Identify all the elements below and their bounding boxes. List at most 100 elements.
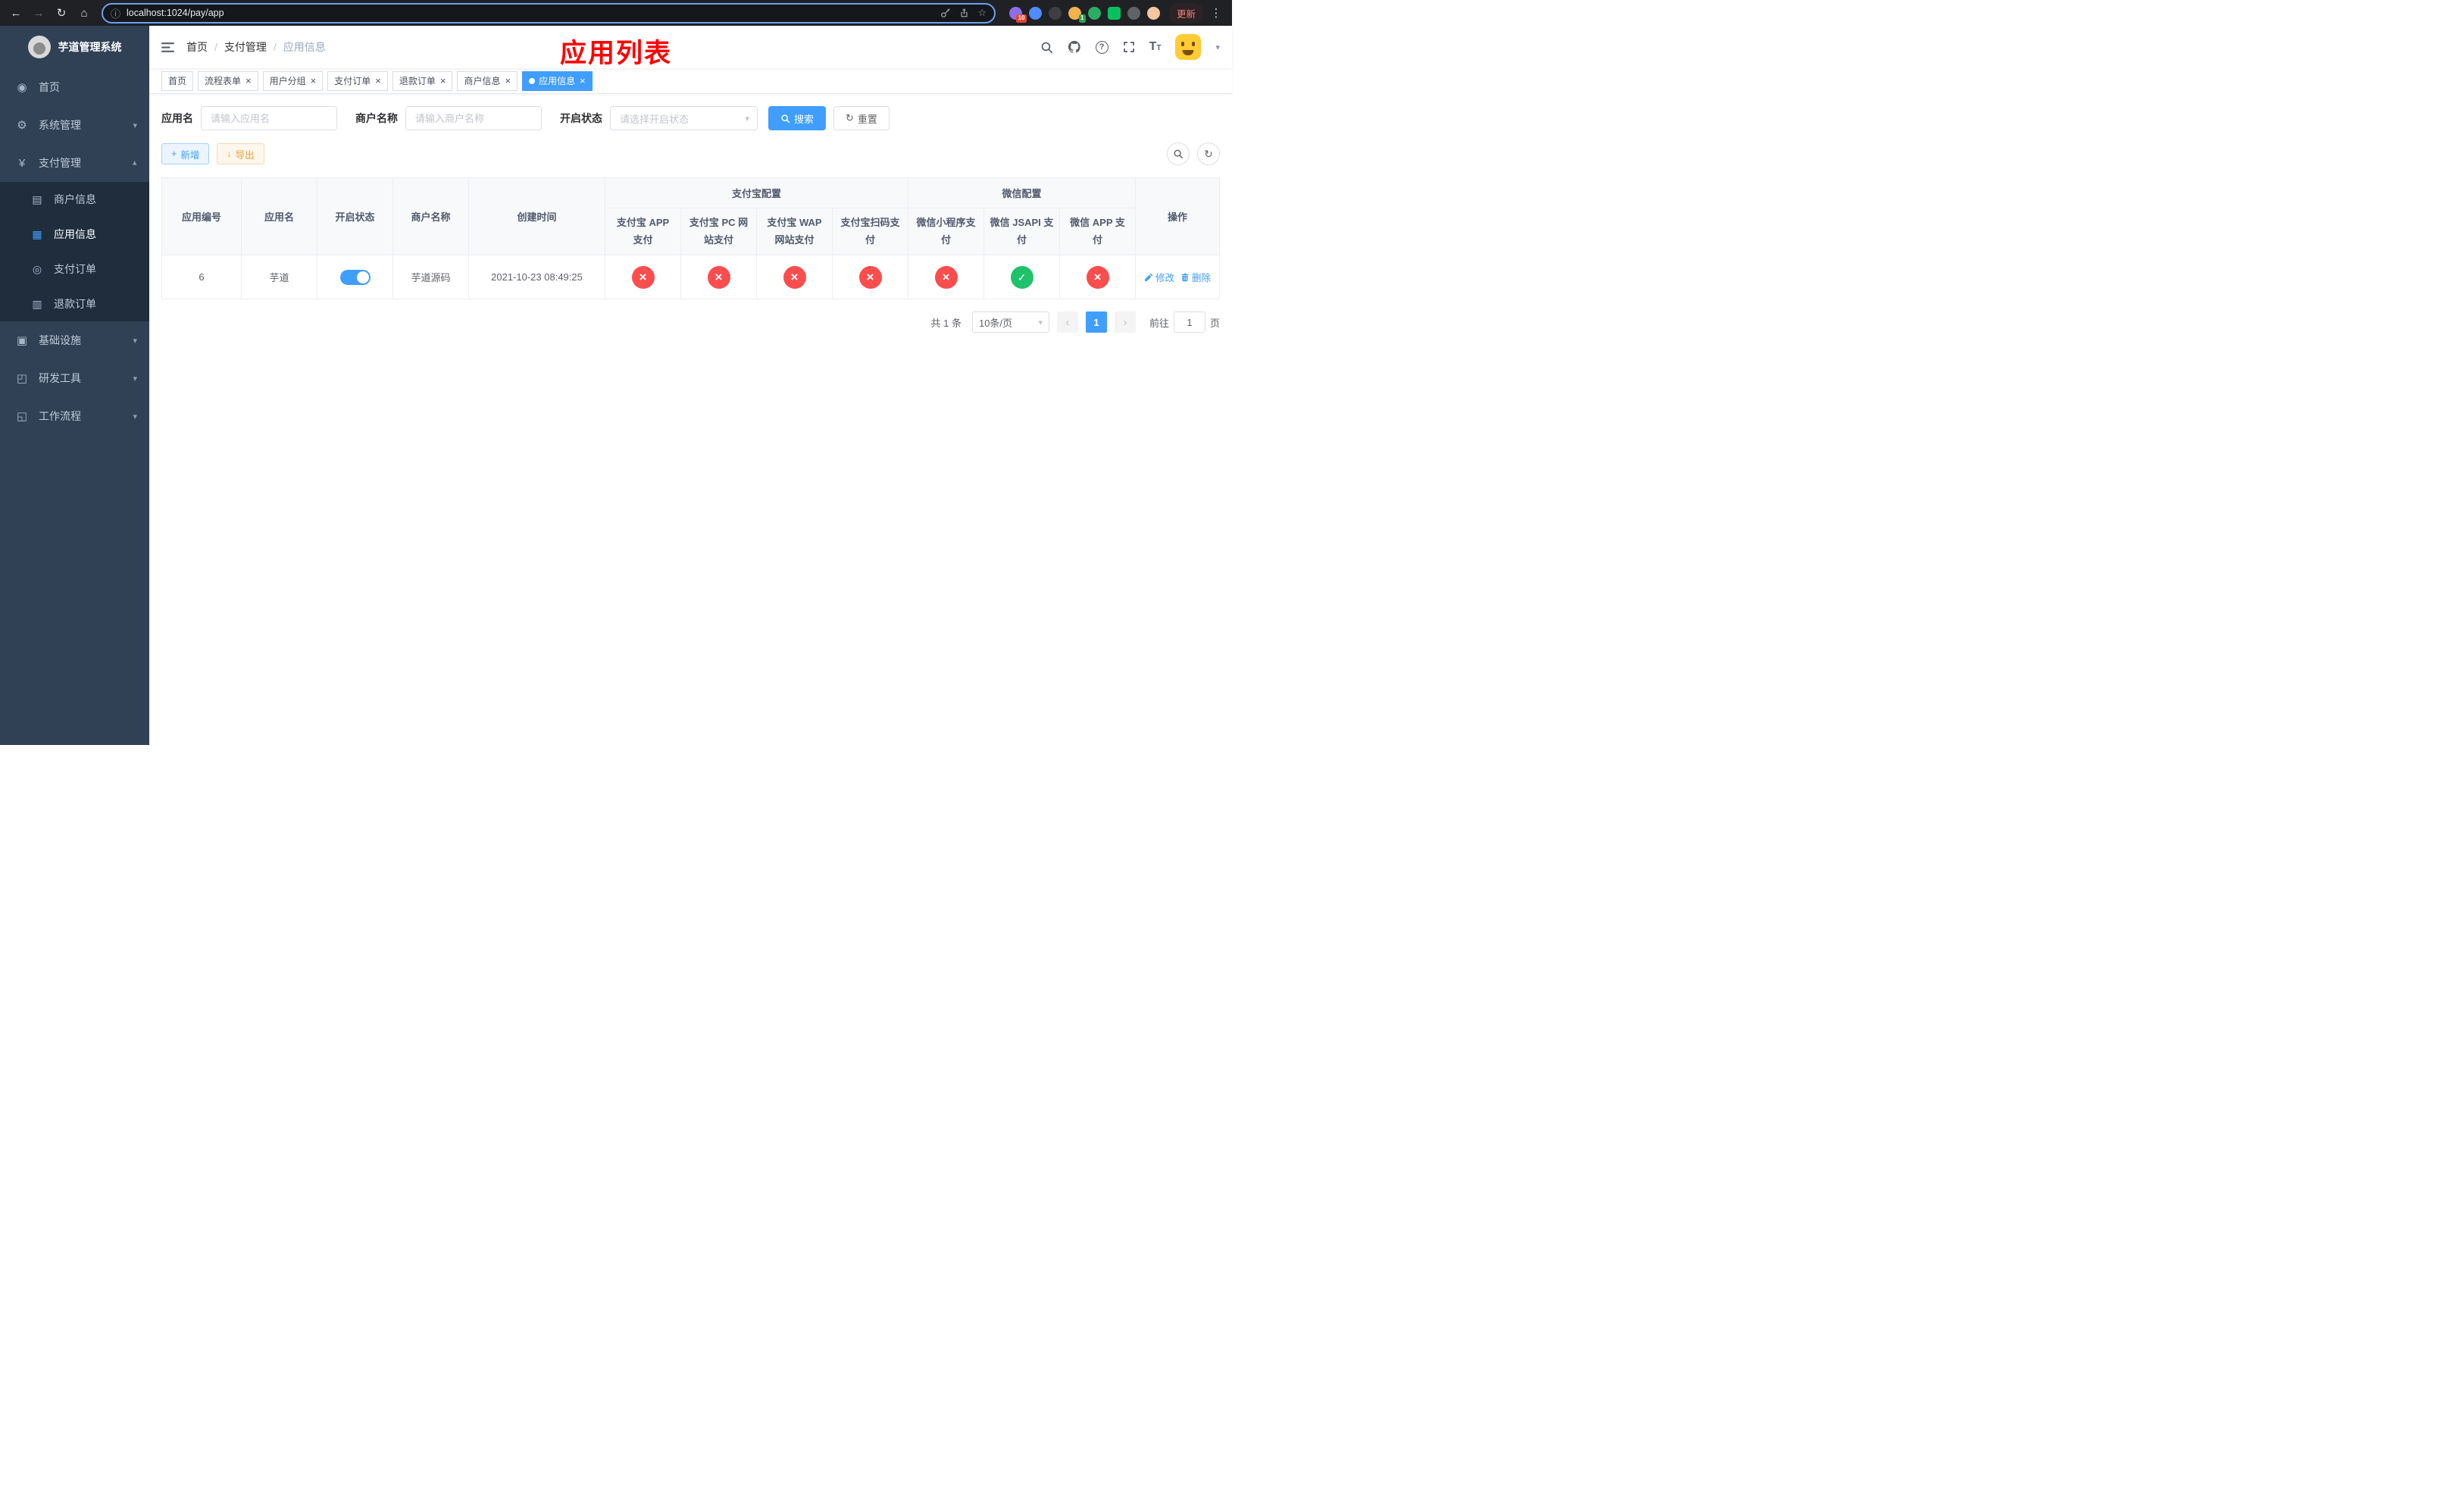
page-1-button[interactable]: 1 xyxy=(1085,311,1107,333)
channel-disabled-cross-icon: × xyxy=(934,265,958,289)
reset-button[interactable]: ↻ 重置 xyxy=(833,106,890,130)
status-select[interactable]: 请选择开启状态 ▾ xyxy=(610,106,758,130)
tab-4[interactable]: 支付订单 × xyxy=(327,70,388,91)
goto-page-input[interactable] xyxy=(1173,311,1205,333)
edit-link[interactable]: 修改 xyxy=(1144,270,1174,284)
sidebar-subitem-4[interactable]: ▥ 退款订单 xyxy=(0,286,149,321)
extension-avatar-icon[interactable]: 1 xyxy=(1068,6,1086,23)
extension-gray-circle-icon[interactable] xyxy=(1127,6,1140,20)
header-search-icon[interactable] xyxy=(1040,41,1053,54)
browser-home-icon[interactable]: ⌂ xyxy=(74,3,94,23)
sidebar-collapse-icon[interactable] xyxy=(161,41,174,54)
export-button[interactable]: ↓ 导出 xyxy=(217,143,264,164)
site-info-icon[interactable]: ⓘ xyxy=(111,6,120,20)
breadcrumb-separator: / xyxy=(214,41,217,53)
browser-menu-kebab-icon[interactable]: ⋮ xyxy=(1206,3,1226,23)
extension-badge: 1 xyxy=(1078,14,1086,23)
browser-reload-icon[interactable]: ↻ xyxy=(52,3,71,23)
prev-page-button[interactable]: ‹ xyxy=(1056,311,1078,333)
password-key-icon[interactable] xyxy=(940,8,951,18)
toggle-search-button[interactable] xyxy=(1167,142,1190,165)
sidebar-subitem-label: 支付订单 xyxy=(54,263,96,275)
sidebar-subitem-3[interactable]: ◎ 支付订单 xyxy=(0,252,149,286)
merchant-name-input[interactable] xyxy=(405,106,542,130)
tab-close-icon[interactable]: × xyxy=(245,76,252,86)
sidebar-item-4[interactable]: ▣ 基础设施 ▾ xyxy=(0,321,149,359)
status-toggle[interactable] xyxy=(339,269,371,285)
download-icon: ↓ xyxy=(227,149,232,159)
chevron-down-icon: ▾ xyxy=(133,374,137,383)
browser-forward-icon[interactable]: → xyxy=(29,3,48,23)
bookmark-star-icon[interactable]: ☆ xyxy=(977,7,987,19)
tab-label: 流程表单 xyxy=(205,76,242,86)
app-logo[interactable]: 芋道管理系统 xyxy=(0,26,149,68)
breadcrumb-item[interactable]: 支付管理 xyxy=(224,39,267,55)
extension-badge: 10 xyxy=(1016,14,1027,23)
plus-icon: + xyxy=(171,149,177,159)
sidebar-subitem-label: 商户信息 xyxy=(54,193,96,205)
page-size-select[interactable]: 10条/页 ▾ xyxy=(971,311,1049,333)
tab-6[interactable]: 商户信息 × xyxy=(457,70,518,91)
browser-update-button[interactable]: 更新 xyxy=(1168,2,1203,23)
tab-close-icon[interactable]: × xyxy=(505,76,511,86)
font-size-icon[interactable]: TT xyxy=(1149,41,1162,53)
user-avatar[interactable] xyxy=(1175,34,1202,60)
url-text[interactable]: localhost:1024/pay/app xyxy=(127,8,934,18)
tab-5[interactable]: 退款订单 × xyxy=(392,70,453,91)
column-header: 应用编号 xyxy=(161,177,242,255)
goto-suffix: 页 xyxy=(1209,317,1220,329)
sub-column-header: 支付宝 APP 支付 xyxy=(605,208,681,255)
address-bar[interactable]: ⓘ localhost:1024/pay/app ☆ xyxy=(102,2,996,23)
tab-2[interactable]: 流程表单 × xyxy=(198,70,258,91)
select-caret-down-icon: ▾ xyxy=(1038,318,1043,327)
sidebar-item-1[interactable]: ◉ 首页 xyxy=(0,68,149,106)
search-button[interactable]: 搜索 xyxy=(768,106,827,130)
browser-back-icon[interactable]: ← xyxy=(6,3,26,23)
extension-profile-face-icon[interactable] xyxy=(1146,6,1160,20)
fullscreen-icon[interactable] xyxy=(1123,41,1135,53)
sidebar-item-2[interactable]: ⚙ 系统管理 ▾ xyxy=(0,106,149,144)
refresh-table-button[interactable]: ↻ xyxy=(1197,142,1220,165)
sidebar-subitem-1[interactable]: ▤ 商户信息 xyxy=(0,182,149,217)
devtools-box-icon: ◰ xyxy=(16,372,28,385)
avatar-caret-down-icon[interactable]: ▾ xyxy=(1215,42,1220,52)
table-toolbar: + 新增 ↓ 导出 ↻ xyxy=(161,142,1220,165)
extension-green-circle-icon[interactable] xyxy=(1087,6,1101,20)
cell-app-name: 芋道 xyxy=(241,255,317,299)
sidebar-item-6[interactable]: ◱ 工作流程 ▾ xyxy=(0,397,149,435)
extension-wechat-icon[interactable] xyxy=(1107,6,1121,20)
help-icon[interactable]: ? xyxy=(1095,40,1108,54)
app-name-input[interactable] xyxy=(201,106,337,130)
tab-3[interactable]: 用户分组 × xyxy=(262,70,324,91)
filter-form: 应用名 商户名称 开启状态 请选择开启状态 ▾ 搜索 ↻ 重 xyxy=(161,106,1220,130)
add-button[interactable]: + 新增 xyxy=(161,143,210,164)
share-icon[interactable] xyxy=(959,8,969,18)
extension-blue-icon[interactable] xyxy=(1028,6,1042,20)
tab-close-icon[interactable]: × xyxy=(375,76,381,86)
sidebar-subitem-label: 应用信息 xyxy=(54,228,96,240)
sub-column-header: 微信 JSAPI 支付 xyxy=(983,208,1061,255)
column-header: 开启状态 xyxy=(317,177,393,255)
channel-disabled-cross-icon: × xyxy=(707,265,730,289)
sidebar-item-5[interactable]: ◰ 研发工具 ▾ xyxy=(0,359,149,397)
breadcrumb-item[interactable]: 首页 xyxy=(186,39,208,55)
github-icon[interactable] xyxy=(1068,40,1081,54)
tab-close-icon[interactable]: × xyxy=(311,76,317,86)
tab-7[interactable]: 应用信息 × xyxy=(522,70,593,91)
sidebar-item-3[interactable]: ¥ 支付管理 ▾ xyxy=(0,144,149,182)
extensions-grid-icon[interactable]: 10 xyxy=(1008,6,1027,23)
sub-column-header: 支付宝 PC 网站支付 xyxy=(680,208,757,255)
next-page-button[interactable]: › xyxy=(1114,311,1136,333)
refund-order-icon: ▥ xyxy=(32,297,42,310)
column-header: 应用名 xyxy=(241,177,317,255)
tab-close-icon[interactable]: × xyxy=(440,76,446,86)
cell-merchant-name: 芋道源码 xyxy=(392,255,469,299)
sidebar-subitem-2[interactable]: ▦ 应用信息 xyxy=(0,217,149,252)
extension-dark-circle-icon[interactable] xyxy=(1048,6,1062,20)
tab-1[interactable]: 首页 xyxy=(161,70,194,91)
tab-close-icon[interactable]: × xyxy=(580,76,586,86)
delete-link[interactable]: 删除 xyxy=(1180,270,1211,284)
sidebar-item-label: 工作流程 xyxy=(39,410,81,422)
total-count: 共 1 条 xyxy=(930,317,962,329)
extension-cluster: 10 1 xyxy=(1003,6,1166,23)
